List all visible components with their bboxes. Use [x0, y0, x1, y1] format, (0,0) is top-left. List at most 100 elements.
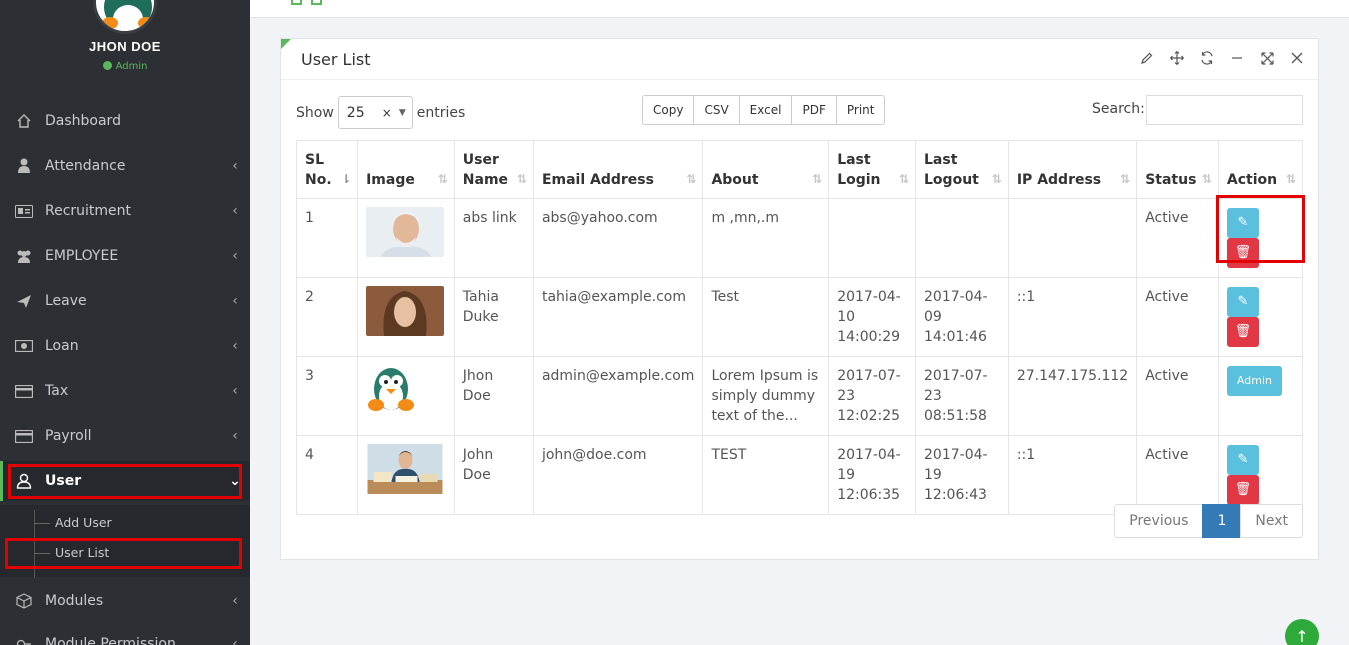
minimize-icon[interactable]	[1228, 49, 1246, 67]
chevron-left-icon: ‹	[232, 158, 238, 174]
delete-button[interactable]: 🗑	[1226, 475, 1259, 505]
page-1-button[interactable]: 1	[1202, 504, 1242, 538]
col-last-logout[interactable]: Last Logout ⇅	[915, 140, 1009, 199]
sidebar-item-label: Recruitment	[45, 203, 132, 219]
arrow-up-icon: ↑	[1295, 626, 1309, 645]
cell-last-logout: 2017-04-19 12:06:43	[915, 435, 1009, 515]
sidebar-item-label: Leave	[45, 293, 87, 309]
cell-last-login	[828, 198, 917, 278]
refresh-icon[interactable]	[1198, 49, 1216, 67]
sidebar-item-payroll[interactable]: Payroll ‹	[0, 416, 250, 456]
col-ip-address[interactable]: IP Address ⇅	[1007, 140, 1138, 199]
col-image[interactable]: Image ⇅	[357, 140, 455, 199]
cell-status: Active	[1136, 356, 1219, 436]
excel-button[interactable]: Excel	[738, 95, 793, 125]
cell-user-name: Jhon Doe	[453, 356, 534, 436]
pencil-icon: ✎	[1237, 452, 1249, 467]
sidebar-item-label: Tax	[45, 383, 69, 399]
table-row: 1 abs link abs@yahoo.com m ,mn,.m Active…	[295, 198, 1304, 278]
close-icon[interactable]	[1288, 49, 1306, 67]
col-user-name[interactable]: User Name ⇅	[453, 140, 534, 199]
sidebar-item-employee[interactable]: EMPLOYEE ‹	[0, 236, 250, 276]
users-icon	[15, 247, 33, 265]
user-name: JHON DOE	[89, 39, 161, 54]
cell-action: Admin	[1217, 356, 1304, 436]
clear-icon[interactable]: ×	[382, 106, 392, 120]
highlight-row-actions	[1216, 195, 1305, 263]
table-header-row: SL No. ⇂ Image ⇅ User Name ⇅ Email Address ⇅…	[295, 140, 1304, 199]
sidebar-item-modules[interactable]: Modules ‹	[0, 581, 250, 621]
col-about[interactable]: About ⇅	[702, 140, 830, 199]
col-email[interactable]: Email Address ⇅	[532, 140, 704, 199]
sidebar-item-dashboard[interactable]: Dashboard	[0, 101, 250, 141]
user-photo	[367, 444, 443, 494]
submenu-add-user[interactable]: Add User	[55, 515, 112, 530]
col-status[interactable]: Status ⇅	[1136, 140, 1219, 199]
cell-user-name: abs link	[453, 198, 534, 278]
col-sl-no[interactable]: SL No. ⇂	[295, 140, 359, 199]
expand-icon[interactable]	[1258, 49, 1276, 67]
sidebar-item-label: Payroll	[45, 428, 92, 444]
cell-last-logout: 2017-07-23 08:51:58	[915, 356, 1009, 436]
chevron-left-icon: ‹	[232, 293, 238, 309]
move-icon[interactable]	[1168, 49, 1186, 67]
cell-about: Lorem Ipsum is simply dummy text of the.…	[702, 356, 830, 436]
pdf-button[interactable]: PDF	[791, 95, 837, 125]
menu-toggle-icon[interactable]	[311, 0, 322, 5]
sidebar-item-label: Modules	[45, 593, 104, 609]
chevron-left-icon: ‹	[232, 338, 238, 354]
cell-image	[357, 198, 455, 278]
menu-toggle-icon[interactable]	[291, 0, 302, 5]
cell-status: Active	[1136, 198, 1219, 278]
header-label: IP Address	[1016, 172, 1102, 188]
sidebar-item-loan[interactable]: Loan ‹	[0, 326, 250, 366]
copy-button[interactable]: Copy	[642, 95, 695, 125]
cell-last-login: 2017-07-23 12:02:25	[828, 356, 917, 436]
chevron-left-icon: ‹	[232, 428, 238, 444]
user-role-label: Admin	[115, 61, 148, 72]
previous-page-button[interactable]: Previous	[1114, 504, 1204, 538]
user-role: Admin	[0, 61, 250, 72]
sidebar-item-recruitment[interactable]: Recruitment ‹	[0, 191, 250, 231]
chevron-left-icon: ‹	[232, 248, 238, 264]
scroll-to-top-button[interactable]: ↑	[1285, 619, 1319, 645]
print-button[interactable]: Print	[835, 95, 886, 125]
avatar[interactable]	[93, 0, 157, 34]
cell-last-logout: 2017-04-09 14:01:46	[915, 277, 1009, 357]
csv-button[interactable]: CSV	[693, 95, 740, 125]
cell-image	[357, 356, 455, 436]
sidebar-item-module-permission[interactable]: Module Permission ‹	[0, 624, 250, 645]
online-status-icon	[102, 61, 112, 70]
edit-button[interactable]: ✎	[1226, 287, 1259, 317]
cell-ip: ::1	[1007, 277, 1138, 357]
cell-image	[357, 277, 455, 357]
next-page-button[interactable]: Next	[1240, 504, 1303, 538]
panel-corner-accent	[281, 39, 291, 49]
show-label: Show	[296, 104, 334, 121]
cell-action: ✎ 🗑	[1217, 435, 1304, 515]
header-label: User Name	[462, 152, 509, 188]
admin-badge[interactable]: Admin	[1226, 366, 1282, 396]
sidebar-item-leave[interactable]: Leave ‹	[0, 281, 250, 321]
id-card-icon	[15, 202, 33, 220]
sidebar-item-tax[interactable]: Tax ‹	[0, 371, 250, 411]
header-label: Action	[1226, 172, 1278, 188]
table-row: 3 Jhon Doe admin@example.com Lorem Ipsum…	[295, 356, 1304, 436]
col-last-login[interactable]: Last Login ⇅	[828, 140, 917, 199]
delete-button[interactable]: 🗑	[1226, 317, 1259, 347]
col-action[interactable]: Action ⇅	[1217, 140, 1304, 199]
cell-action: ✎ 🗑	[1217, 277, 1304, 357]
panel-divider	[281, 79, 1318, 80]
user-list-panel: User List Show 25 × ▼ entries Copy CSV E…	[280, 38, 1319, 560]
sidebar-item-label: Attendance	[45, 158, 126, 174]
search-input[interactable]	[1146, 95, 1303, 125]
entries-select[interactable]: 25 × ▼	[337, 96, 413, 129]
header-label: Last Login	[837, 152, 881, 188]
pencil-icon[interactable]	[1138, 49, 1156, 67]
edit-button[interactable]: ✎	[1226, 445, 1259, 475]
cell-sl: 2	[295, 277, 359, 357]
sidebar-item-attendance[interactable]: Attendance ‹	[0, 146, 250, 186]
sidebar-item-label: Module Permission	[45, 636, 176, 645]
user-photo	[366, 286, 445, 336]
sort-icon: ⇅	[516, 172, 527, 186]
